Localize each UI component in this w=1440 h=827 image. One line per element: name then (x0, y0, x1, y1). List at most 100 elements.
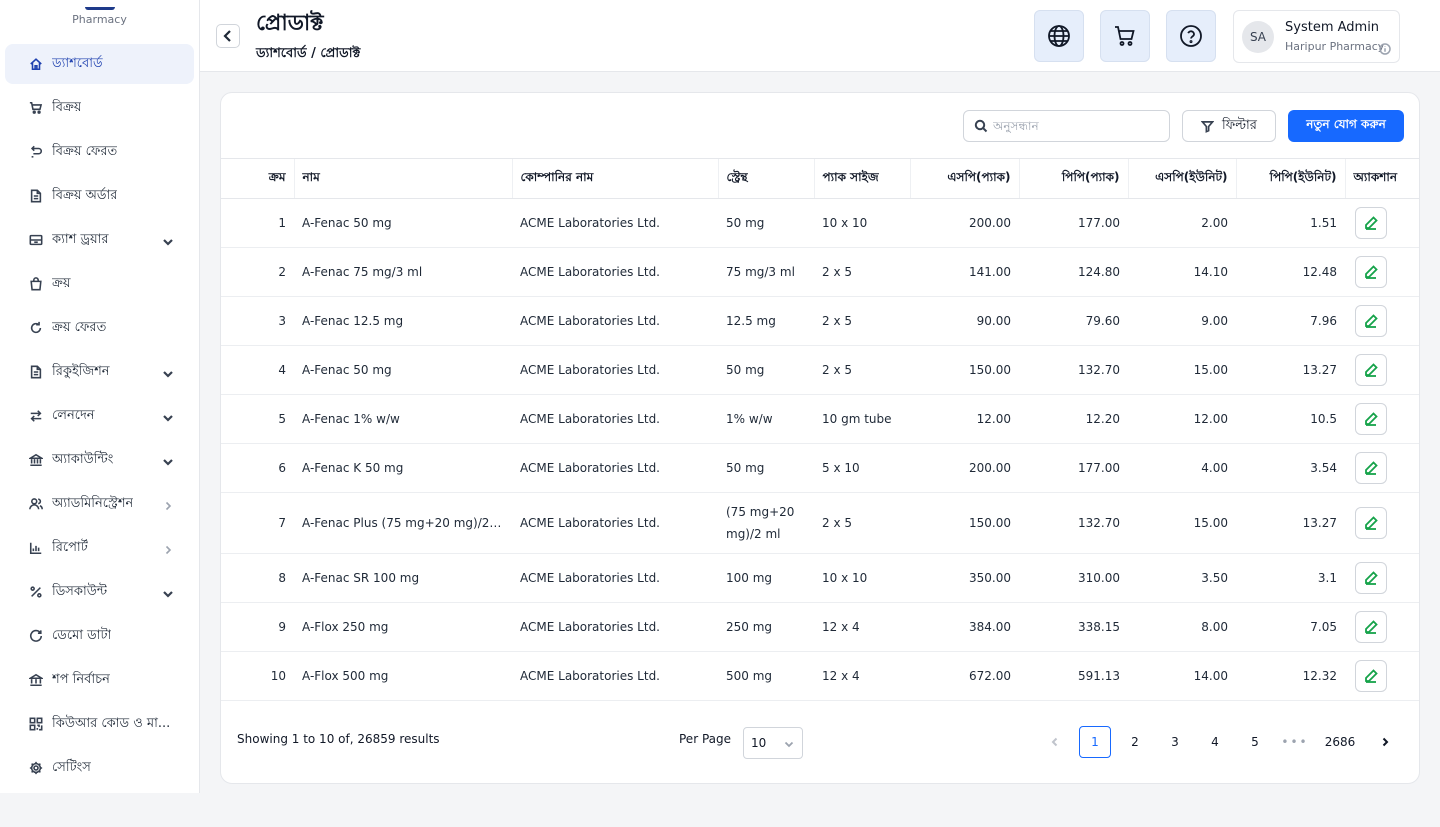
cell-sp-pack: 150.00 (910, 345, 1019, 395)
next-page-button[interactable] (1369, 726, 1401, 758)
cell-action (1345, 345, 1419, 395)
cell-sl: 7 (221, 492, 294, 554)
cell-pp-unit: 7.05 (1236, 602, 1345, 652)
cell-pp-unit: 12.32 (1236, 651, 1345, 701)
cell-strength: 50 mg (718, 345, 814, 395)
sidebar-item-1[interactable]: বিক্রয় (5, 88, 194, 128)
cell-pp-pack: 338.15 (1019, 602, 1128, 652)
sidebar-item-10[interactable]: অ্যাডমিনিস্ট্রেশন (5, 484, 194, 524)
col-header-name[interactable]: নাম (293, 158, 512, 199)
sidebar-item-15[interactable]: কিউআর কোড ও মা... (5, 704, 194, 744)
cash-drawer-icon (27, 231, 45, 249)
sidebar-item-label: বিক্রয় অর্ডার (52, 187, 118, 203)
cell-pp-pack: 177.00 (1019, 443, 1128, 493)
info-icon[interactable] (1379, 40, 1391, 55)
cart-button[interactable] (1100, 10, 1150, 62)
sidebar-item-label: ডেমো ডাটা (52, 627, 112, 643)
edit-button[interactable] (1355, 305, 1387, 337)
user-menu[interactable]: SA System Admin Haripur Pharmacy (1233, 10, 1400, 63)
edit-icon (1365, 620, 1378, 634)
edit-icon (1365, 461, 1378, 475)
edit-button[interactable] (1355, 611, 1387, 643)
add-new-button[interactable]: নতুন যোগ করুন (1288, 110, 1404, 142)
edit-button[interactable] (1355, 207, 1387, 239)
col-header-pp-pack[interactable]: পিপি(প্যাক) (1018, 158, 1128, 199)
sidebar-item-16[interactable]: সেটিংস (5, 748, 194, 788)
search-input[interactable] (993, 119, 1153, 133)
bank-icon (27, 451, 45, 469)
edit-button[interactable] (1355, 354, 1387, 386)
page-button[interactable]: 5 (1239, 726, 1271, 758)
document-icon (27, 187, 45, 205)
col-header-pp-unit[interactable]: পিপি(ইউনিট) (1235, 158, 1345, 199)
help-button[interactable] (1166, 10, 1216, 62)
edit-button[interactable] (1355, 452, 1387, 484)
language-button[interactable] (1034, 10, 1084, 62)
sidebar-item-14[interactable]: শপ নির্বাচন (5, 660, 194, 700)
page-button[interactable]: 3 (1159, 726, 1191, 758)
prev-page-button[interactable] (1039, 726, 1071, 758)
col-header-sp-pack[interactable]: এসপি(প্যাক) (909, 158, 1019, 199)
cell-strength: (75 mg+20 mg)/2 ml (718, 492, 814, 554)
cell-action (1345, 651, 1419, 701)
edit-icon (1365, 571, 1378, 585)
cell-sp-unit: 15.00 (1128, 492, 1236, 554)
edit-icon (1365, 412, 1378, 426)
sidebar-item-label: ক্যাশ ড্রয়ার (52, 231, 109, 247)
sidebar-item-5[interactable]: ক্রয় (5, 264, 194, 304)
col-header-sl[interactable]: ক্রম (221, 158, 294, 199)
help-icon (1180, 25, 1202, 47)
page-button[interactable]: 4 (1199, 726, 1231, 758)
edit-button[interactable] (1355, 660, 1387, 692)
col-header-strength[interactable]: স্ট্রেন্থ (717, 158, 814, 199)
col-header-pack-size[interactable]: প্যাক সাইজ (813, 158, 910, 199)
cell-company: ACME Laboratories Ltd. (512, 602, 718, 652)
products-table: ক্রম নাম কোম্পানির নাম স্ট্রেন্থ প্যাক স… (221, 158, 1419, 701)
sidebar-item-3[interactable]: বিক্রয় অর্ডার (5, 176, 194, 216)
chevron-down-icon (162, 365, 176, 379)
sidebar-item-label: বিক্রয় ফেরত (52, 143, 118, 159)
per-page-label: Per Page (679, 732, 731, 746)
sidebar-item-13[interactable]: ডেমো ডাটা (5, 616, 194, 656)
table-row: 5 A-Fenac 1% w/w ACME Laboratories Ltd. 1% … (221, 394, 1419, 444)
sidebar-item-0[interactable]: ড্যাশবোর্ড (5, 44, 194, 84)
reload-icon (27, 627, 45, 645)
search-box[interactable] (963, 110, 1170, 142)
edit-button[interactable] (1355, 403, 1387, 435)
sidebar-item-11[interactable]: রিপোর্ট (5, 528, 194, 568)
document-icon (27, 363, 45, 381)
back-button[interactable] (216, 24, 240, 48)
sidebar-item-8[interactable]: লেনদেন (5, 396, 194, 436)
chevron-down-icon (162, 409, 176, 423)
edit-button[interactable] (1355, 507, 1387, 539)
cell-sl: 9 (221, 602, 294, 652)
user-name: System Admin (1285, 20, 1380, 35)
page-button[interactable]: 1 (1079, 726, 1111, 758)
page-button[interactable]: 2686 (1319, 726, 1361, 758)
chevron-left-icon (1051, 737, 1058, 747)
sidebar-item-9[interactable]: অ্যাকাউন্টিং (5, 440, 194, 480)
col-header-company[interactable]: কোম্পানির নাম (511, 158, 718, 199)
cell-pack-size: 10 x 10 (814, 553, 910, 603)
results-summary: Showing 1 to 10 of, 26859 results (237, 732, 440, 746)
sidebar-item-4[interactable]: ক্যাশ ড্রয়ার (5, 220, 194, 260)
cell-pack-size: 2 x 5 (814, 247, 910, 297)
edit-button[interactable] (1355, 562, 1387, 594)
cell-pp-pack: 124.80 (1019, 247, 1128, 297)
cell-action (1345, 492, 1419, 554)
cell-company: ACME Laboratories Ltd. (512, 198, 718, 248)
chevron-left-icon (223, 30, 231, 42)
search-icon (974, 119, 988, 133)
cell-pp-unit: 13.27 (1236, 492, 1345, 554)
sidebar-item-7[interactable]: রিকুইজিশন (5, 352, 194, 392)
col-header-sp-unit[interactable]: এসপি(ইউনিট) (1127, 158, 1236, 199)
edit-button[interactable] (1355, 256, 1387, 288)
per-page-select[interactable]: 10 (743, 727, 803, 759)
sidebar-item-6[interactable]: ক্রয় ফেরত (5, 308, 194, 348)
sidebar-item-2[interactable]: বিক্রয় ফেরত (5, 132, 194, 172)
breadcrumb[interactable]: ড্যাশবোর্ড / প্রোডাক্ট (256, 44, 360, 65)
sidebar-item-12[interactable]: ডিসকাউন্ট (5, 572, 194, 612)
brand-name: Pharmacy (72, 13, 127, 26)
filter-button[interactable]: ফিল্টার (1182, 110, 1276, 142)
page-button[interactable]: 2 (1119, 726, 1151, 758)
